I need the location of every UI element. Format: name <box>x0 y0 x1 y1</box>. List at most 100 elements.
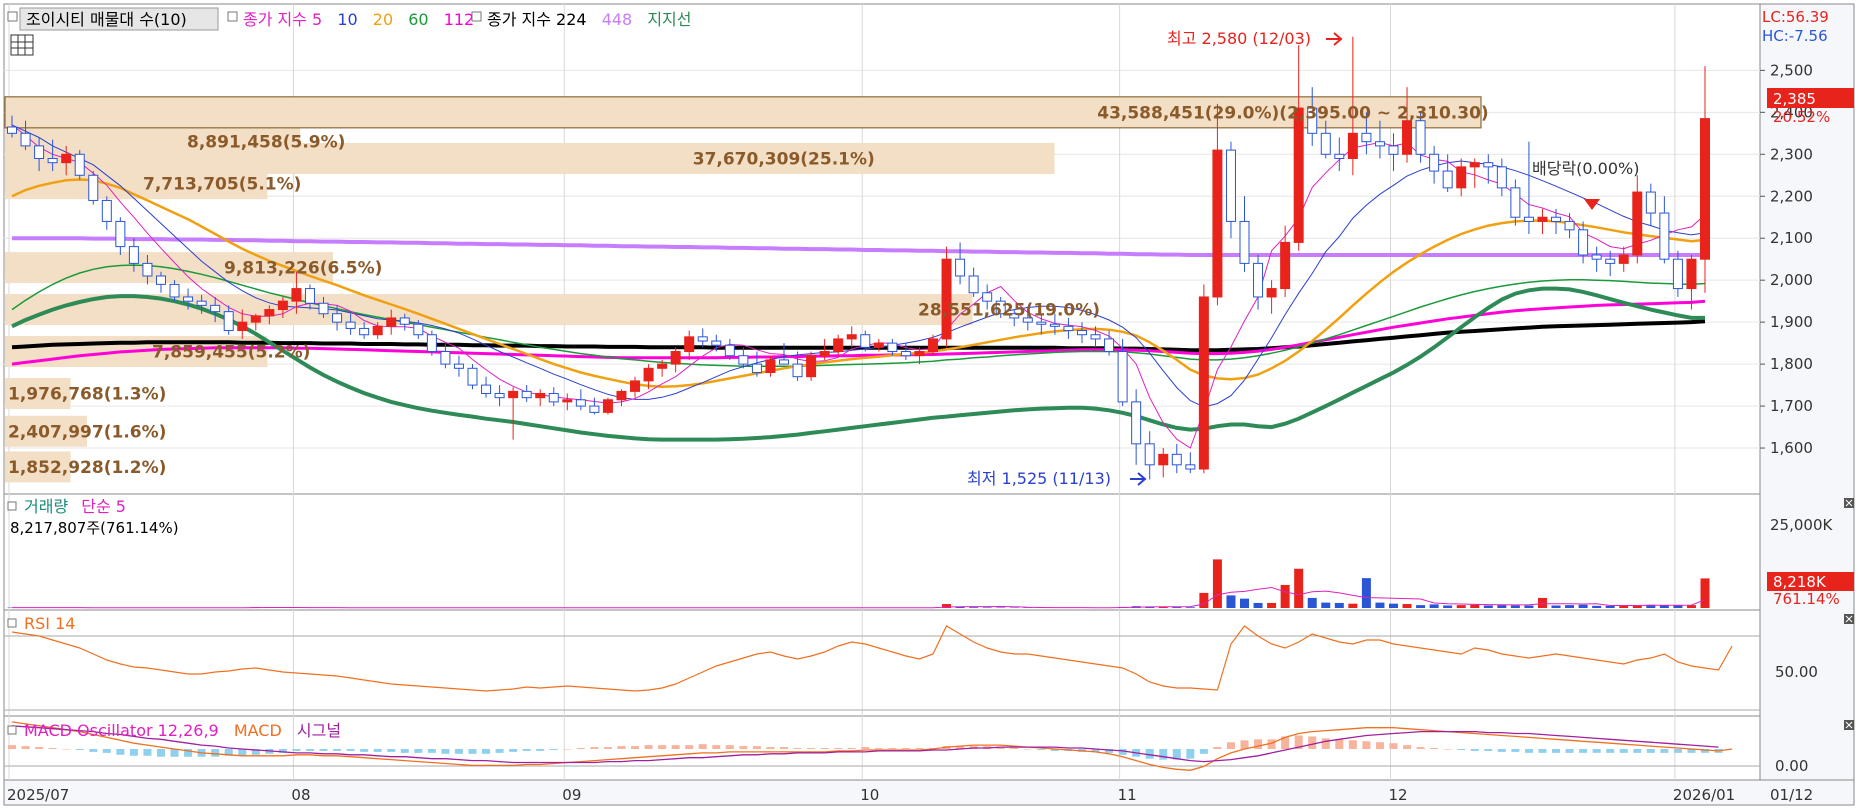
candle-body <box>1632 191 1643 256</box>
legend-ma20: 20 <box>373 10 393 29</box>
macd-osc-bar <box>1199 749 1208 754</box>
candle-body <box>1700 118 1710 260</box>
macd-osc-bar <box>820 748 829 749</box>
candle-body <box>575 399 586 407</box>
candle-body <box>1253 262 1264 298</box>
close-icon[interactable] <box>1844 614 1854 624</box>
volume-bar <box>1321 602 1331 608</box>
legend-long-row: 종가 지수 224 448 지지선 <box>487 10 692 29</box>
candle-body <box>481 384 492 394</box>
candle-body <box>1672 258 1683 290</box>
volume-bar <box>1537 597 1547 608</box>
candle-body <box>1266 288 1277 298</box>
candle-body <box>1645 191 1656 214</box>
candle-body <box>1456 166 1467 189</box>
candle-body <box>386 317 397 327</box>
rsi-panel[interactable] <box>3 609 1761 717</box>
macd-osc-bar <box>725 745 734 749</box>
macd-osc-label: MACD Oscillator 12,26,9 <box>24 721 219 740</box>
candle-body <box>467 367 478 386</box>
candle-body <box>128 246 139 264</box>
volume-bar <box>1375 602 1385 608</box>
volume-ma-label: 단순 5 <box>81 497 126 516</box>
candle-body <box>142 262 153 277</box>
volume-bar <box>1483 605 1493 608</box>
volume-bar <box>969 607 979 608</box>
candle-body <box>1591 254 1602 260</box>
candle-body <box>7 126 17 134</box>
candle-body <box>440 351 451 365</box>
candle-body <box>684 336 695 353</box>
legend-ma448: 448 <box>602 10 633 29</box>
candle-body <box>34 145 45 159</box>
time-axis-area <box>3 779 1855 806</box>
macd-tick: 0.00 <box>1775 757 1808 775</box>
low-annotation: 최저 1,525 (11/13) <box>967 469 1111 488</box>
candle-body <box>101 199 112 222</box>
macd-osc-bar <box>576 748 585 749</box>
volume-current-pct: 761.14% <box>1773 590 1840 608</box>
volume-panel[interactable] <box>3 493 1761 611</box>
macd-osc-bar <box>373 749 382 752</box>
legend-checkbox[interactable] <box>7 11 18 22</box>
candle-body <box>1320 132 1331 155</box>
candle-body <box>616 390 627 401</box>
candle-body <box>1036 321 1047 325</box>
hc-label: HC:-7.56 <box>1762 27 1828 45</box>
candle-body <box>846 334 857 340</box>
candle-body <box>1131 401 1142 445</box>
candle-body <box>264 309 275 317</box>
candle-body <box>196 300 207 306</box>
macd-osc-bar <box>1375 742 1384 749</box>
candle-body <box>1185 464 1196 470</box>
volume-profile-label: 9,813,226(6.5%) <box>224 259 382 279</box>
volume-bar <box>1673 605 1683 608</box>
candle-body <box>277 300 288 311</box>
close-icon[interactable] <box>1844 498 1854 508</box>
time-end-label: 01/12 <box>1770 786 1813 804</box>
macd-osc-bar <box>346 749 355 751</box>
macd-osc-bar <box>1403 745 1412 749</box>
macd-osc-bar <box>1335 739 1344 749</box>
candle-body <box>792 363 803 378</box>
volume-current: 8,218K <box>1773 573 1827 591</box>
candle-body <box>250 315 261 323</box>
volume-bar <box>1510 605 1520 608</box>
macd-osc-bar <box>1646 749 1655 753</box>
volume-bar <box>1294 568 1304 608</box>
macd-osc-bar <box>1308 736 1317 749</box>
candle-body <box>1225 149 1236 222</box>
candle-body <box>1578 229 1589 256</box>
candle-body <box>1158 453 1169 466</box>
legend-ma60: 60 <box>408 10 428 29</box>
macd-osc-bar <box>1023 749 1032 750</box>
legend-checkbox-ma[interactable] <box>227 11 238 22</box>
candle-body <box>968 275 979 294</box>
candle-body <box>1686 258 1697 290</box>
candle-body <box>548 392 559 403</box>
candle-body <box>1198 296 1209 470</box>
time-tick-label: 09 <box>562 786 581 804</box>
macd-osc-bar <box>1592 749 1601 753</box>
macd-legend-checkbox[interactable] <box>7 725 17 735</box>
candle-body <box>1361 132 1372 143</box>
candle-body <box>657 363 668 369</box>
macd-osc-bar <box>1389 743 1398 749</box>
macd-osc-bar <box>1633 749 1642 753</box>
time-tick-label: 11 <box>1118 786 1137 804</box>
rsi-legend-checkbox[interactable] <box>7 618 17 628</box>
macd-signal-label: 시그널 <box>297 721 341 740</box>
volume-profile-label: 1,852,928(1.2%) <box>8 458 166 478</box>
volume-legend-checkbox[interactable] <box>7 501 17 511</box>
table-icon[interactable] <box>10 34 34 56</box>
macd-osc-bar <box>211 749 220 757</box>
candle-body <box>413 323 424 336</box>
candle-body <box>210 304 221 313</box>
macd-osc-bar <box>1606 749 1615 753</box>
macd-osc-bar <box>21 746 30 749</box>
legend-checkbox-long[interactable] <box>471 11 482 22</box>
candle-body <box>223 311 234 332</box>
volume-bar <box>1402 604 1412 608</box>
close-icon[interactable] <box>1844 720 1854 730</box>
legend-ma5: 종가 지수 5 <box>243 10 322 29</box>
